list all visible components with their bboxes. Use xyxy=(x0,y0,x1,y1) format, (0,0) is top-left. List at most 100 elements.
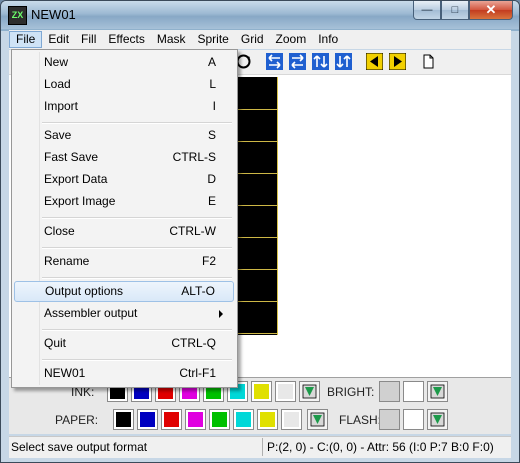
paper-swatch-blue[interactable] xyxy=(137,409,158,430)
menu-item-shortcut: F2 xyxy=(201,254,216,268)
next-frame-icon[interactable] xyxy=(389,53,406,70)
menu-effects[interactable]: Effects xyxy=(102,31,150,48)
menu-item-label: Rename xyxy=(44,254,90,268)
minimize-button[interactable]: — xyxy=(413,1,441,20)
main-window: ZX NEW01 — □ ✕ File Edit Fill Effects Ma… xyxy=(0,0,520,463)
menu-mask[interactable]: Mask xyxy=(151,31,192,48)
menu-item-shortcut: ALT-O xyxy=(181,284,215,298)
menu-separator xyxy=(42,329,232,331)
ink-swatch-yellow[interactable] xyxy=(251,381,272,402)
maximize-button[interactable]: □ xyxy=(441,1,469,20)
menu-bar: File Edit Fill Effects Mask Sprite Grid … xyxy=(9,30,511,49)
menu-file[interactable]: File xyxy=(9,31,43,48)
menu-item-shortcut: D xyxy=(207,172,216,186)
bright-label: BRIGHT: xyxy=(327,385,375,399)
window-title: NEW01 xyxy=(31,7,76,22)
menu-item-save[interactable]: Save S xyxy=(14,125,234,146)
menu-item-label: Assembler output xyxy=(44,306,138,320)
menu-item-shortcut: Ctrl-F1 xyxy=(179,366,216,380)
menu-item-new[interactable]: New A xyxy=(14,52,234,73)
transparent-icon xyxy=(430,384,445,399)
menu-item-label: NEW01 xyxy=(44,366,86,380)
menu-item-rename[interactable]: Rename F2 xyxy=(14,251,234,272)
bright-on-button[interactable] xyxy=(403,381,424,402)
paper-transparent-button[interactable] xyxy=(307,409,328,430)
file-menu-dropdown: New A Load L Import I Save S Fast Save C… xyxy=(11,49,238,388)
menu-item-label: Fast Save xyxy=(44,150,99,164)
menu-grid[interactable]: Grid xyxy=(235,31,270,48)
shift-up-icon[interactable] xyxy=(312,53,329,70)
menu-item-load[interactable]: Load L xyxy=(14,74,234,95)
paper-label: PAPER: xyxy=(55,413,99,427)
menu-item-label: Load xyxy=(44,77,71,91)
new-page-icon[interactable] xyxy=(420,53,437,70)
menu-edit[interactable]: Edit xyxy=(42,31,75,48)
menu-fill[interactable]: Fill xyxy=(75,31,102,48)
menu-item-quit[interactable]: Quit CTRL-Q xyxy=(14,333,234,354)
status-bar: Select save output format P:(2, 0) - C:(… xyxy=(9,436,511,458)
paper-swatch-black[interactable] xyxy=(113,409,134,430)
shift-right-icon[interactable] xyxy=(289,53,306,70)
status-message: Select save output format xyxy=(11,440,148,454)
menu-item-import[interactable]: Import I xyxy=(14,96,234,117)
menu-item-label: Import xyxy=(44,99,79,113)
paper-swatch-magenta[interactable] xyxy=(185,409,206,430)
paper-swatch-cyan[interactable] xyxy=(233,409,254,430)
maximize-icon: □ xyxy=(451,4,459,16)
status-coordinates: P:(2, 0) - C:(0, 0) - Attr: 56 (I:0 P:7 … xyxy=(262,438,513,456)
menu-sprite[interactable]: Sprite xyxy=(192,31,235,48)
caption-buttons: — □ ✕ xyxy=(413,1,513,20)
menu-item-shortcut: CTRL-S xyxy=(172,150,216,164)
shift-down-icon[interactable] xyxy=(335,53,352,70)
paper-swatch-green[interactable] xyxy=(209,409,230,430)
menu-item-label: New xyxy=(44,55,69,69)
minimize-icon: — xyxy=(421,4,433,16)
transparent-icon xyxy=(310,412,325,427)
ink-transparent-button[interactable] xyxy=(299,381,320,402)
menu-item-shortcut: CTRL-Q xyxy=(171,336,216,350)
paper-swatch-white[interactable] xyxy=(281,409,302,430)
menu-zoom[interactable]: Zoom xyxy=(270,31,313,48)
menu-item-recent-new01[interactable]: NEW01 Ctrl-F1 xyxy=(14,363,234,384)
menu-item-fast-save[interactable]: Fast Save CTRL-S xyxy=(14,147,234,168)
menu-item-shortcut: L xyxy=(209,77,216,91)
menu-separator xyxy=(42,122,232,124)
menu-item-export-data[interactable]: Export Data D xyxy=(14,169,234,190)
prev-frame-icon[interactable] xyxy=(366,53,383,70)
paper-swatch-red[interactable] xyxy=(161,409,182,430)
menu-item-shortcut: S xyxy=(207,128,216,142)
menu-item-close[interactable]: Close CTRL-W xyxy=(14,221,234,242)
title-bar[interactable]: ZX NEW01 — □ ✕ xyxy=(1,1,519,29)
flash-off-button[interactable] xyxy=(379,409,400,430)
menu-item-label: Export Data xyxy=(44,172,108,186)
menu-item-assembler-output[interactable]: Assembler output xyxy=(14,303,234,324)
bright-transparent-button[interactable] xyxy=(427,381,448,402)
menu-separator xyxy=(42,217,232,219)
bright-off-button[interactable] xyxy=(379,381,400,402)
ink-swatch-white[interactable] xyxy=(275,381,296,402)
flash-transparent-button[interactable] xyxy=(427,409,448,430)
app-icon[interactable]: ZX xyxy=(8,6,27,25)
menu-separator xyxy=(42,277,232,279)
menu-separator xyxy=(42,247,232,249)
menu-item-shortcut: CTRL-W xyxy=(169,224,216,238)
paper-swatch-yellow[interactable] xyxy=(257,409,278,430)
flash-label: FLASH: xyxy=(339,413,382,427)
menu-info[interactable]: Info xyxy=(312,31,344,48)
menu-item-label: Export Image xyxy=(44,194,116,208)
menu-item-shortcut: E xyxy=(207,194,216,208)
shift-left-icon[interactable] xyxy=(266,53,283,70)
menu-item-output-options[interactable]: Output options ALT-O xyxy=(14,281,234,302)
menu-item-shortcut: A xyxy=(207,55,216,69)
menu-item-label: Close xyxy=(44,224,75,238)
menu-item-export-image[interactable]: Export Image E xyxy=(14,191,234,212)
menu-item-shortcut: I xyxy=(212,99,216,113)
menu-item-label: Quit xyxy=(44,336,67,350)
transparent-icon xyxy=(430,412,445,427)
submenu-arrow-icon xyxy=(219,310,223,318)
close-button[interactable]: ✕ xyxy=(469,1,513,20)
menu-item-label: Save xyxy=(44,128,72,142)
transparent-icon xyxy=(302,384,317,399)
flash-on-button[interactable] xyxy=(403,409,424,430)
close-icon: ✕ xyxy=(485,2,497,17)
